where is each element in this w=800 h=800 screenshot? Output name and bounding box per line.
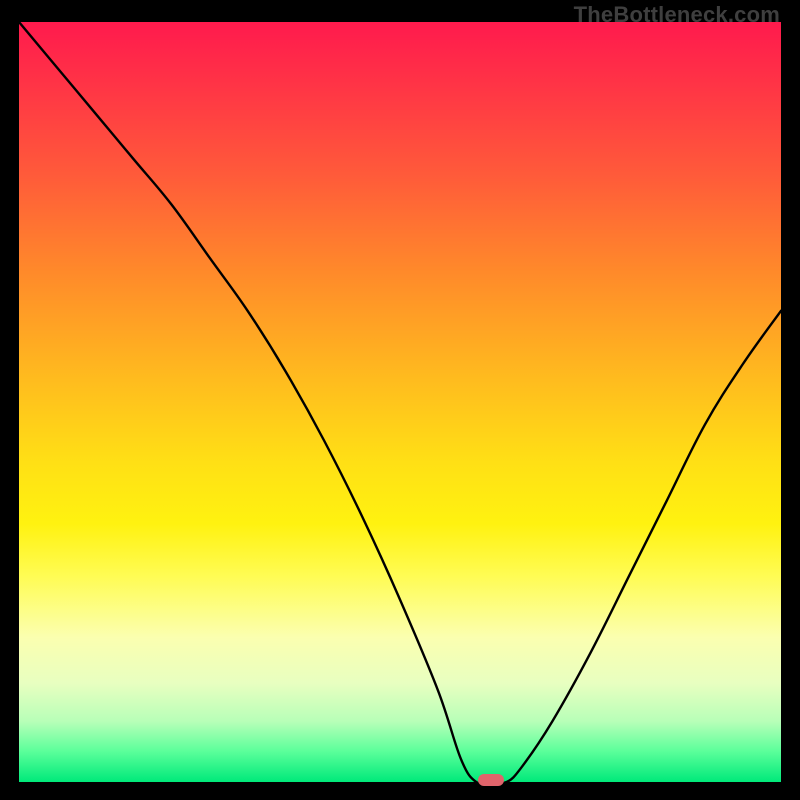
plot-area xyxy=(19,22,781,782)
watermark-text: TheBottleneck.com xyxy=(574,2,780,28)
optimal-marker xyxy=(478,774,504,786)
chart-frame: TheBottleneck.com xyxy=(0,0,800,800)
bottleneck-curve xyxy=(19,22,781,782)
curve-path xyxy=(19,22,781,782)
